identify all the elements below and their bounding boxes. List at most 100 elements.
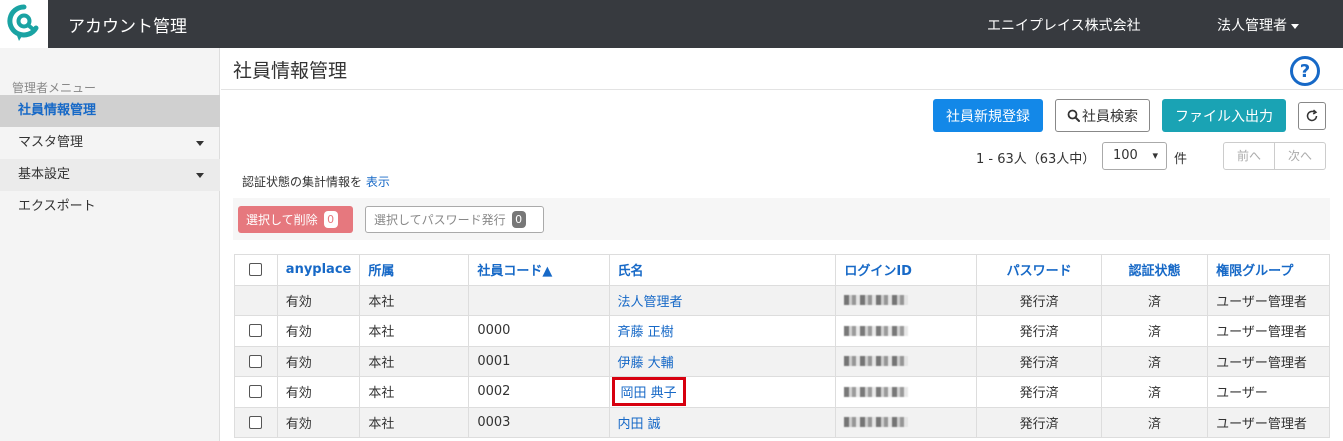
employee-name-link[interactable]: 内田 誠 [612,411,667,434]
cell-dept: 本社 [359,315,470,347]
cell-code [468,284,610,316]
cell-name[interactable]: 内田 誠 [608,406,837,438]
cell-password: 発行済 [976,345,1102,377]
page-size-select[interactable]: 100 ▾ [1102,142,1167,170]
table-row: 有効 本社 0000 斉藤 正樹 発行済 済 ユーザー管理者 [234,315,1330,347]
logo[interactable] [0,0,48,48]
cell-dept: 本社 [359,406,470,438]
row-select-cell [234,315,278,347]
column-header-code[interactable]: 社員コード▲ [468,254,610,286]
sidebar-item-employee-info[interactable]: 社員情報管理 [0,95,220,127]
cell-auth-status: 済 [1100,284,1209,316]
cell-password: 発行済 [976,315,1102,347]
cell-login-id [835,315,978,347]
help-icon[interactable]: ? [1290,56,1320,86]
row-checkbox[interactable] [249,324,263,338]
table-row: 有効 本社 0003 内田 誠 発行済 済 ユーザー管理者 [234,406,1330,438]
column-header-name[interactable]: 氏名 [608,254,837,286]
table-row: 有効 本社 0001 伊藤 大輔 発行済 済 ユーザー管理者 [234,345,1330,377]
select-all-checkbox[interactable] [249,263,263,277]
user-menu[interactable]: 法人管理者 [1217,15,1299,35]
row-select-cell [234,376,278,408]
cell-password: 発行済 [976,376,1102,408]
cell-anyplace: 有効 [276,284,361,316]
column-header-anyplace[interactable]: anyplace [276,254,361,286]
select-all-cell [234,254,278,286]
cell-anyplace: 有効 [276,376,361,408]
cell-anyplace: 有効 [276,315,361,347]
cell-code: 0002 [468,376,610,408]
cell-auth-status: 済 [1100,345,1209,377]
sidebar-item-label: 社員情報管理 [18,103,97,118]
bulk-delete-button[interactable]: 選択して削除 0 [238,206,353,233]
refresh-button[interactable] [1298,102,1326,130]
employee-name-link[interactable]: 岡田 典子 [611,377,686,407]
cell-auth-status: 済 [1100,315,1209,347]
sidebar-heading: 管理者メニュー [12,81,97,95]
redacted-login-id [844,295,909,306]
prev-page-button[interactable]: 前へ [1224,143,1274,169]
sidebar-item-export[interactable]: エクスポート [0,191,220,223]
auth-summary-text: 認証状態の集計情報を [242,175,363,189]
redacted-login-id [844,325,909,336]
cell-code: 0001 [468,345,610,377]
top-bar: アカウント管理 エニイプレイス株式会社 法人管理者 [0,0,1343,48]
user-menu-label: 法人管理者 [1217,18,1287,34]
row-select-cell [234,345,278,377]
cell-name[interactable]: 岡田 典子 [608,376,837,408]
cell-login-id [835,284,978,316]
row-checkbox[interactable] [249,415,263,429]
page-size-unit: 件 [1174,152,1188,167]
column-header-auth-status[interactable]: 認証状態 [1100,254,1209,286]
count-badge: 0 [323,211,338,228]
next-page-button[interactable]: 次へ [1274,143,1325,169]
cell-name[interactable]: 法人管理者 [608,284,837,316]
row-checkbox[interactable] [249,385,263,399]
bulk-password-button[interactable]: 選択してパスワード発行 0 [365,206,544,233]
search-employee-button[interactable]: 社員検索 [1055,99,1150,132]
redacted-login-id [844,356,909,367]
cell-permission-group: ユーザー [1207,376,1330,408]
column-header-password[interactable]: パスワード [976,254,1102,286]
redacted-login-id [844,417,909,428]
row-checkbox[interactable] [249,354,263,368]
cell-permission-group: ユーザー管理者 [1207,345,1330,377]
sidebar-item-basic-settings[interactable]: 基本設定 [0,159,220,191]
employee-name-link[interactable]: 伊藤 大輔 [612,350,680,373]
column-header-dept[interactable]: 所属 [359,254,470,286]
register-employee-button[interactable]: 社員新規登録 [933,99,1043,132]
show-auth-summary-link[interactable]: 表示 [366,175,390,189]
column-header-login-id[interactable]: ログインID [835,254,978,286]
sidebar-item-label: エクスポート [18,199,96,214]
table-header-row: anyplace 所属 社員コード▲ 氏名 ログインID パスワード 認証状態 … [234,254,1330,286]
sidebar-item-label: 基本設定 [18,167,71,182]
app-title: アカウント管理 [68,17,187,37]
pager-nav: 前へ 次へ [1223,142,1326,170]
sidebar: 管理者メニュー 社員情報管理 マスタ管理 基本設定 エクスポート [0,48,220,441]
row-select-cell [234,406,278,438]
sidebar-item-master[interactable]: マスタ管理 [0,127,220,159]
cell-anyplace: 有効 [276,406,361,438]
employee-name-link[interactable]: 斉藤 正樹 [612,319,680,342]
bulk-delete-label: 選択して削除 [246,213,318,227]
file-io-button[interactable]: ファイル入出力 [1162,99,1286,132]
table-row: 有効 本社 0002 岡田 典子 発行済 済 ユーザー [234,376,1330,408]
cell-permission-group: ユーザー管理者 [1207,315,1330,347]
chevron-down-icon: ▾ [1152,149,1158,162]
cell-auth-status: 済 [1100,376,1209,408]
page-size-value: 100 [1113,148,1138,163]
auth-summary: 認証状態の集計情報を 表示 [242,173,390,190]
cell-auth-status: 済 [1100,406,1209,438]
cell-name[interactable]: 伊藤 大輔 [608,345,837,377]
column-header-permission-group[interactable]: 権限グループ [1207,254,1330,286]
cell-name[interactable]: 斉藤 正樹 [608,315,837,347]
company-name: エニイプレイス株式会社 [987,18,1141,34]
sidebar-item-label: マスタ管理 [18,135,84,150]
caret-down-icon [1291,23,1299,29]
employee-name-link[interactable]: 法人管理者 [612,289,689,312]
cell-login-id [835,376,978,408]
caret-down-icon [196,173,204,178]
search-employee-label: 社員検索 [1082,108,1138,125]
divider [221,89,1343,90]
table-row: 有効 本社 法人管理者 発行済 済 ユーザー管理者 [234,284,1330,316]
